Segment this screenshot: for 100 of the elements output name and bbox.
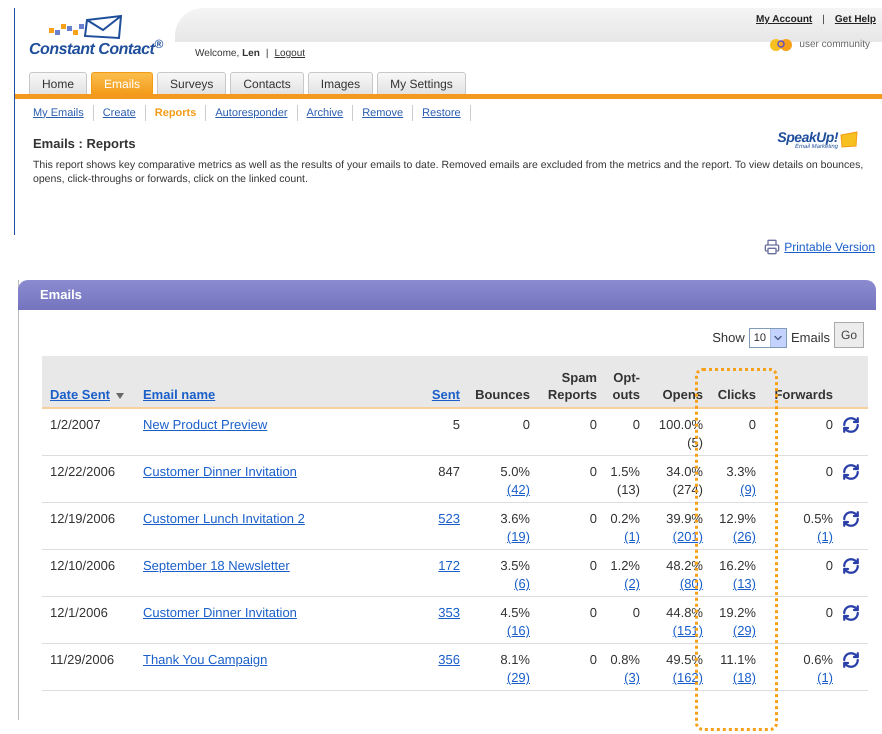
recipient-count-text: 847 (438, 463, 460, 481)
optouts-text: 0.2% (610, 510, 640, 528)
count-text: (13) (616, 481, 640, 499)
column-header: Forwards (774, 386, 833, 403)
opens-text: 44.8% (666, 604, 703, 622)
count-link[interactable]: (29) (732, 622, 756, 640)
clicks-text: 12.9% (719, 510, 756, 528)
campaign-link[interactable]: Customer Lunch Invitation 2 (143, 510, 305, 528)
bounces-text: 0 (522, 416, 530, 434)
sort-down-icon[interactable] (116, 393, 124, 399)
column-header: Bounces (475, 386, 530, 403)
page-title: Emails : Reports (33, 135, 136, 153)
nav-tab[interactable]: Images (308, 72, 374, 94)
count-link[interactable]: (162) (672, 669, 703, 687)
date-text: 1/2/2007 (50, 416, 101, 434)
optouts-text: 1.2% (610, 557, 640, 575)
nav-tab[interactable]: Surveys (157, 72, 226, 94)
column-header: Spam Reports (546, 369, 597, 403)
count-link[interactable]: (6) (514, 575, 530, 593)
count-link[interactable]: (9) (740, 481, 756, 499)
subnav-link[interactable]: Create (94, 104, 146, 122)
opens-text: 100.0% (658, 416, 703, 434)
date-text: 11/29/2006 (50, 651, 114, 669)
header-link[interactable]: Get Help (834, 12, 876, 27)
subnav-link[interactable]: My Emails (25, 104, 94, 122)
logo-text: Constant Contact$^{®}$ (29, 42, 163, 58)
campaign-link[interactable]: New Product Preview (143, 416, 268, 434)
count-link[interactable]: (18) (732, 669, 756, 687)
refresh-icon[interactable] (842, 557, 860, 575)
nav-tab[interactable]: Home (29, 72, 88, 94)
subnav-link[interactable]: Restore (413, 104, 471, 122)
subnav-link[interactable]: Remove (353, 104, 414, 122)
count-link[interactable]: (3) (624, 669, 640, 687)
date-text: 12/22/2006 (50, 463, 116, 481)
optouts-text: 1.5% (610, 463, 640, 481)
count-link[interactable]: (13) (732, 575, 756, 593)
refresh-icon[interactable] (842, 510, 860, 528)
count-link[interactable]: (29) (506, 669, 530, 687)
people-icon (769, 38, 794, 52)
date-text: 12/1/2006 (50, 604, 108, 622)
campaign-link[interactable]: Customer Dinner Invitation (143, 463, 297, 481)
forwards-text: 0.6% (803, 651, 833, 669)
refresh-icon[interactable] (842, 463, 860, 481)
count-link[interactable]: (19) (506, 528, 530, 546)
spam-text: 0 (590, 463, 597, 481)
recipient-count-link[interactable]: 353 (438, 604, 460, 622)
header-link[interactable]: My Account (756, 12, 812, 27)
campaign-link[interactable]: September 18 Newsletter (143, 557, 290, 575)
description-text: This report shows key comparative metrics as well as the results of your emails to date. Removed emails are excluded from the metrics and the report. To view details on bounces, opens, click-throughs or forwards, click on the linked count. (32, 158, 864, 186)
opens-text: 48.2% (666, 557, 703, 575)
badge-title: SpeakUp! (777, 130, 838, 144)
bounces-text: 3.5% (500, 557, 530, 575)
spam-text: 0 (590, 651, 597, 669)
column-header-link[interactable]: Date Sent (50, 386, 110, 403)
count-link[interactable]: (42) (506, 481, 530, 499)
count-link[interactable]: (16) (506, 622, 530, 640)
count-link[interactable]: (26) (732, 528, 756, 546)
count-link[interactable]: (2) (624, 575, 640, 593)
recipient-count-link[interactable]: 523 (438, 510, 460, 528)
spam-text: 0 (590, 510, 597, 528)
recipient-count-text: 5 (452, 416, 460, 434)
community-link[interactable]: user community (799, 37, 870, 52)
refresh-icon[interactable] (842, 651, 860, 669)
refresh-icon[interactable] (842, 604, 860, 622)
optouts-text: 0 (632, 416, 640, 434)
go-button[interactable]: Go (834, 322, 864, 348)
count-link[interactable]: (1) (817, 528, 833, 546)
separator-text: | (822, 13, 825, 27)
count-link[interactable]: (1) (624, 528, 640, 546)
clicks-text: 19.2% (719, 604, 756, 622)
clicks-text: 16.2% (719, 557, 756, 575)
optouts-text: 0.8% (610, 651, 640, 669)
bounces-text: 5.0% (500, 463, 530, 481)
count-link[interactable]: (1) (817, 669, 833, 687)
column-header: Opens (662, 386, 703, 403)
spam-text: 0 (590, 416, 597, 434)
logout-link[interactable]: Logout (274, 46, 306, 61)
show-suffix: Emails (790, 329, 830, 348)
show-label: Show (712, 329, 745, 348)
campaign-link[interactable]: Thank You Campaign (143, 651, 268, 669)
column-header: Clicks (718, 386, 756, 403)
nav-tab[interactable]: Contacts (230, 72, 304, 94)
subnav-link[interactable]: Archive (298, 104, 354, 122)
nav-tab[interactable]: My Settings (377, 72, 466, 94)
date-text: 12/19/2006 (50, 510, 116, 528)
campaign-link[interactable]: Customer Dinner Invitation (143, 604, 297, 622)
panel-title: Emails (40, 286, 82, 304)
refresh-icon[interactable] (842, 416, 860, 434)
recipient-count-link[interactable]: 356 (438, 651, 460, 669)
count-select[interactable]: 10 (748, 328, 787, 348)
forwards-text: 0 (826, 463, 833, 481)
welcome-text: Welcome, Len (195, 47, 260, 61)
column-header-link[interactable]: Email name (143, 386, 216, 403)
subnav-link[interactable]: Autoresponder (206, 104, 298, 122)
printable-link[interactable]: Printable Version (784, 238, 875, 256)
spam-text: 0 (590, 557, 597, 575)
opens-text: 39.9% (666, 510, 703, 528)
column-header-link[interactable]: Sent (432, 386, 460, 403)
date-text: 12/10/2006 (50, 557, 116, 575)
recipient-count-link[interactable]: 172 (438, 557, 460, 575)
